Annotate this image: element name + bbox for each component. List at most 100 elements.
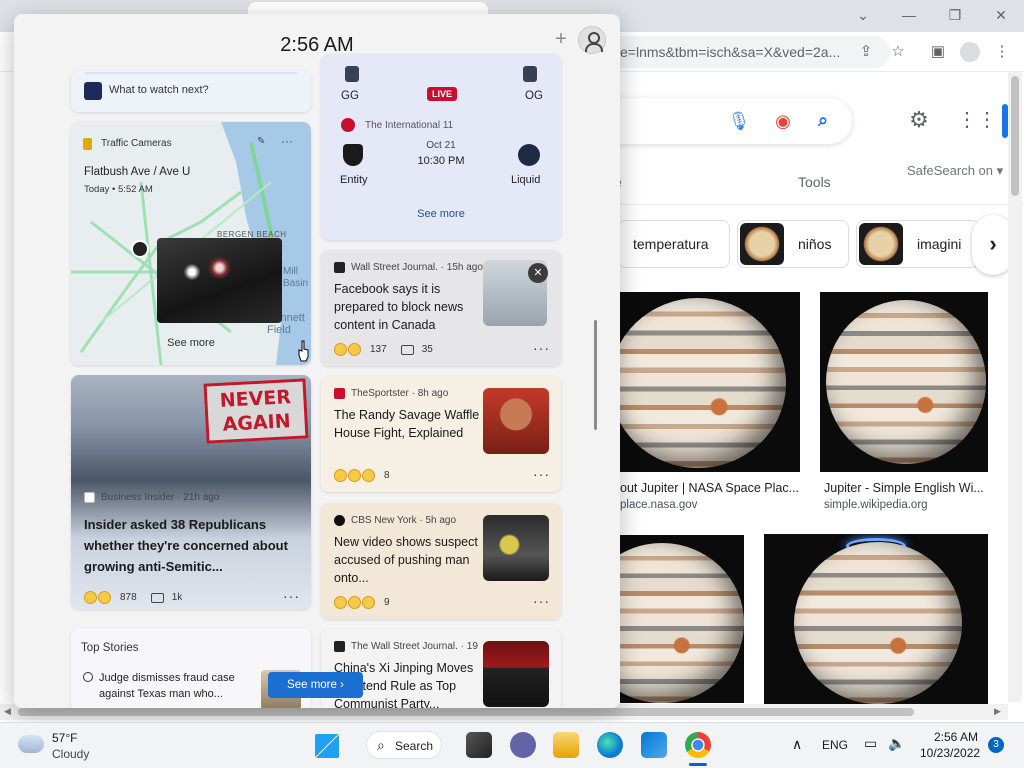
sign-text: NEVER [219, 386, 292, 412]
microsoft-store-icon[interactable] [641, 732, 667, 758]
card-more-icon[interactable]: ··· [533, 340, 550, 356]
card-more-icon[interactable]: ··· [533, 593, 550, 609]
clock-date[interactable]: 10/23/2022 [920, 746, 980, 760]
scroll-thumb[interactable] [18, 708, 914, 716]
reactions-row[interactable]: 9 [334, 596, 390, 609]
reaction-emoji-icon [98, 591, 111, 604]
result-image-wikipedia[interactable] [820, 292, 988, 472]
tournament-name: The International 11 [365, 120, 454, 131]
reactions-row[interactable]: 137 35 [334, 343, 433, 356]
notification-badge[interactable]: 3 [988, 737, 1004, 753]
result-image-4[interactable] [764, 534, 988, 704]
scroll-left-arrow-icon[interactable]: ◀ [4, 706, 11, 717]
traffic-see-more-link[interactable]: See more [71, 337, 311, 349]
close-button[interactable]: ✕ [989, 4, 1013, 26]
news-headline[interactable]: New video shows suspect accused of pushi… [334, 533, 480, 587]
news-thumbnail[interactable] [483, 388, 549, 454]
lens-camera-icon[interactable]: ◉ [771, 109, 795, 133]
file-explorer-icon[interactable] [553, 732, 579, 758]
share-icon[interactable]: ⇪ [856, 42, 876, 62]
news-headline[interactable]: Insider asked 38 Republicans whether the… [84, 514, 298, 577]
search-icon[interactable]: ⌕ [811, 108, 835, 132]
camera-pin-icon[interactable] [131, 240, 149, 258]
chip-temperatura[interactable]: temperatura [618, 220, 730, 268]
task-view-icon[interactable] [466, 732, 492, 758]
menu-kebab-icon[interactable]: ⋮ [992, 42, 1012, 62]
news-card[interactable]: CBS New York · 5h ago New video shows su… [321, 503, 561, 619]
weather-condition[interactable]: Cloudy [52, 747, 89, 761]
scroll-right-arrow-icon[interactable]: ▶ [994, 706, 1001, 717]
volume-icon[interactable]: 🔈 [888, 735, 905, 752]
chip-thumbnail [740, 223, 784, 265]
source-logo-icon [334, 515, 345, 526]
news-thumbnail[interactable] [483, 515, 549, 581]
weather-cloud-icon[interactable] [18, 735, 44, 753]
top-story-headline[interactable]: Judge dismisses fraud case against Texas… [99, 670, 249, 702]
settings-gear-icon[interactable]: ⚙ [907, 108, 931, 132]
tools-button[interactable]: Tools [798, 174, 831, 190]
widgets-scrollbar[interactable] [594, 320, 597, 430]
apps-grid-icon[interactable]: ⋮⋮⋮ [957, 108, 1017, 132]
esports-scores-card[interactable]: GG LIVE OG The International 11 Entity O… [321, 54, 561, 240]
map-label: Mill Basin [283, 266, 309, 289]
teams-chat-icon[interactable] [510, 732, 536, 758]
news-source-row: Business Insider · 21h ago [84, 492, 219, 503]
news-headline[interactable]: Facebook says it is prepared to block ne… [334, 280, 480, 334]
safesearch-dropdown[interactable]: SafeSearch on ▾ [907, 163, 1003, 179]
result-image-nasa[interactable] [620, 292, 800, 472]
taskbar-search-label: Search [395, 739, 434, 753]
chip-imagini[interactable]: imagini [856, 220, 980, 268]
add-widget-plus-icon[interactable]: + [548, 26, 574, 52]
reaction-emoji-icon [348, 469, 361, 482]
feature-news-card[interactable]: NEVER AGAIN Business Insider · 21h ago I… [71, 375, 311, 609]
result-title[interactable]: out Jupiter | NASA Space Plac... [620, 481, 799, 495]
traffic-camera-snapshot[interactable] [157, 238, 282, 323]
traffic-cameras-card[interactable]: Traffic Cameras ✎ ··· Flatbush Ave / Ave… [71, 122, 311, 365]
card-more-icon[interactable]: ··· [283, 588, 300, 604]
dismiss-close-icon[interactable]: ✕ [528, 263, 548, 283]
tab-search-icon[interactable]: ⌄ [851, 4, 875, 26]
chip-ninos[interactable]: niños [737, 220, 849, 268]
network-icon[interactable]: ▭ [864, 735, 877, 752]
reaction-count: 137 [370, 344, 387, 355]
news-thumbnail[interactable] [483, 641, 549, 707]
weather-temp[interactable]: 57°F [52, 731, 77, 745]
comment-icon [400, 344, 414, 355]
language-indicator[interactable]: ENG [822, 738, 848, 752]
taskbar-search-box[interactable]: ⌕ Search [366, 731, 442, 759]
news-headline[interactable]: The Randy Savage Waffle House Fight, Exp… [334, 406, 480, 442]
reactions-row[interactable]: 878 1k [84, 591, 182, 604]
esports-see-more-link[interactable]: See more [321, 208, 561, 220]
start-windows-icon[interactable] [315, 734, 339, 758]
reaction-emoji-icon [84, 591, 97, 604]
scroll-thumb[interactable] [1011, 76, 1019, 196]
restore-button[interactable]: ❐ [943, 4, 967, 26]
result-source: place.nasa.gov [620, 499, 698, 511]
reactions-row[interactable]: 8 [334, 469, 390, 482]
edge-browser-icon[interactable] [597, 732, 623, 758]
side-panel-icon[interactable]: ▣ [928, 42, 948, 62]
card-more-icon[interactable]: ··· [281, 134, 293, 148]
chip-label: temperatura [633, 236, 709, 252]
result-title[interactable]: Jupiter - Simple English Wi... [824, 481, 984, 495]
card-more-icon[interactable]: ··· [533, 466, 550, 482]
user-avatar-icon[interactable] [578, 26, 606, 54]
show-hidden-icons-chevron-icon[interactable]: ∧ [792, 736, 802, 753]
chrome-browser-icon[interactable] [685, 732, 711, 758]
see-more-button[interactable]: See more › [268, 672, 363, 698]
caret-down-icon: ▾ [996, 163, 1004, 178]
reaction-emoji-icon [334, 343, 347, 356]
pin-icon[interactable]: ✎ [257, 136, 265, 147]
profile-icon[interactable] [960, 42, 980, 62]
news-card[interactable]: Wall Street Journal. · 15h ago Facebook … [321, 250, 561, 366]
watch-next-card[interactable]: What to watch next? [71, 70, 311, 112]
result-image-3[interactable] [620, 535, 744, 703]
traffic-light-icon [83, 138, 92, 150]
clock-time[interactable]: 2:56 AM [934, 730, 978, 744]
voice-search-icon[interactable]: 🎙 [727, 109, 751, 133]
team-liquid-logo-icon [518, 144, 540, 166]
news-card[interactable]: TheSportster · 8h ago The Randy Savage W… [321, 376, 561, 492]
page-vertical-scrollbar[interactable] [1008, 72, 1022, 702]
minimize-button[interactable]: — [897, 4, 921, 26]
bookmark-star-icon[interactable]: ☆ [888, 42, 908, 62]
